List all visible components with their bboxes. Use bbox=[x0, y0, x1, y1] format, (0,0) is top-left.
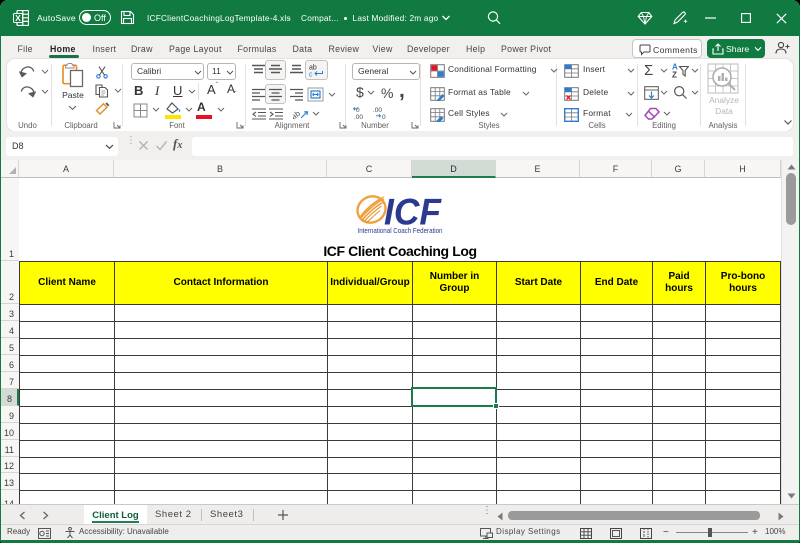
svg-text:International Coach Federation: International Coach Federation bbox=[358, 226, 443, 235]
svg-text:0: 0 bbox=[356, 107, 360, 114]
svg-text:ab: ab bbox=[293, 109, 302, 121]
svg-text:0: 0 bbox=[382, 114, 386, 120]
svg-text:X: X bbox=[15, 13, 21, 23]
svg-text:ab: ab bbox=[309, 65, 317, 72]
svg-text:c: c bbox=[309, 72, 313, 78]
svg-text:Z: Z bbox=[672, 71, 677, 79]
svg-text:.00: .00 bbox=[373, 107, 382, 114]
svg-text:.00: .00 bbox=[354, 114, 363, 120]
